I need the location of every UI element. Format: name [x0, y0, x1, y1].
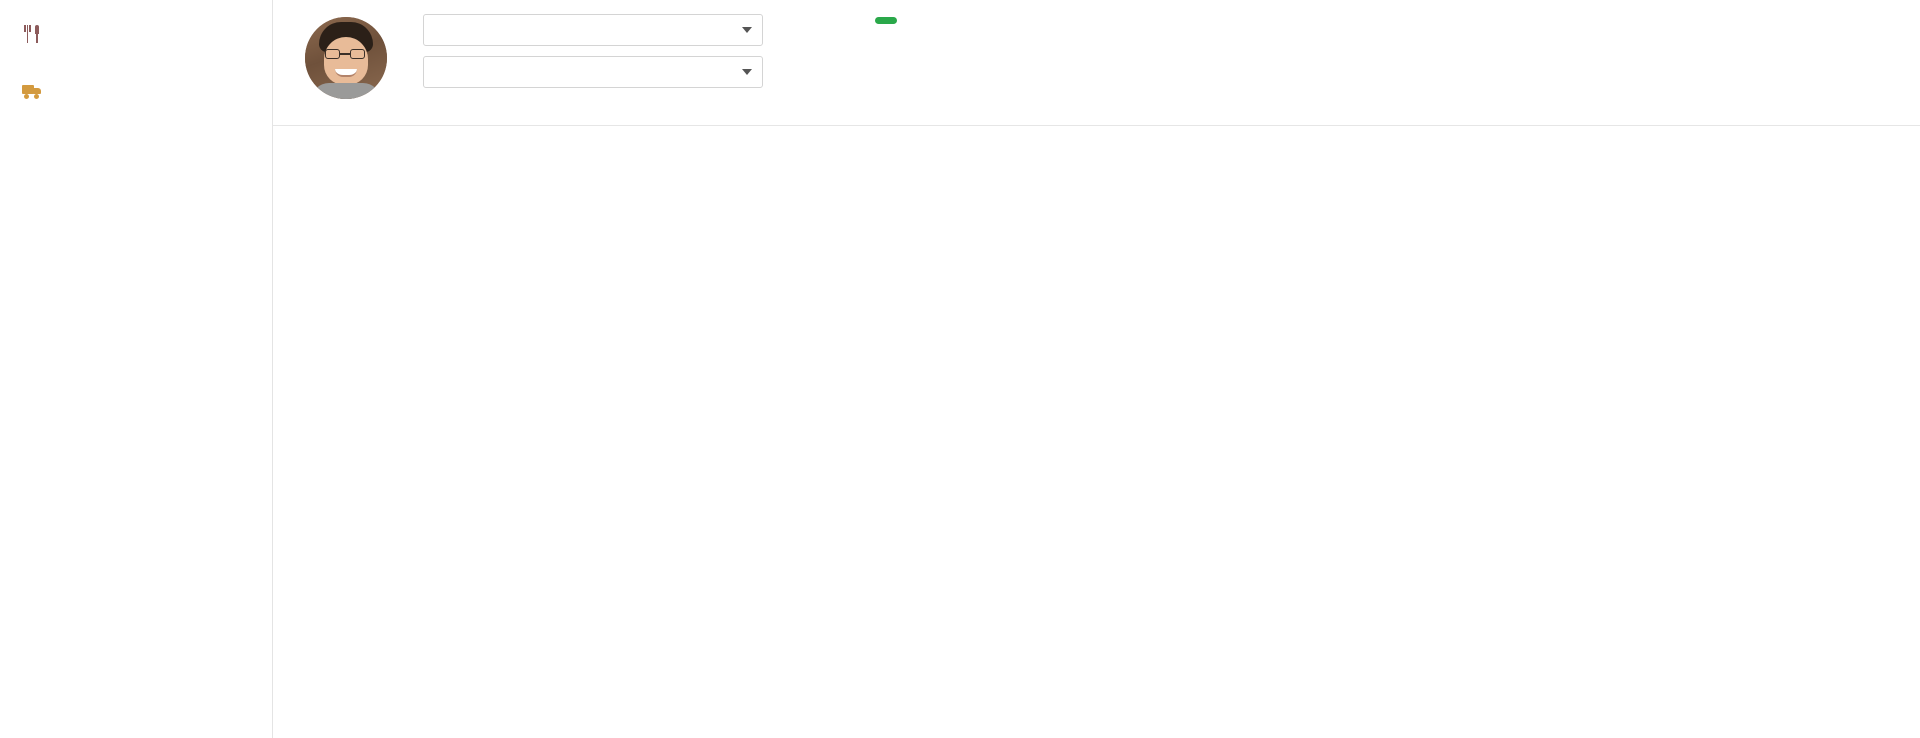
app-root	[0, 0, 1920, 738]
main-content	[273, 0, 1920, 738]
product-grid	[273, 126, 1920, 140]
location-select[interactable]	[423, 56, 763, 88]
avatar	[305, 17, 387, 99]
header-selects	[423, 14, 763, 100]
cutlery-icon	[22, 24, 42, 44]
categories-heading	[0, 18, 272, 50]
order-status-badge	[875, 17, 897, 24]
your-order-panel	[763, 14, 1900, 24]
account-balance-row	[423, 98, 763, 100]
suppliers-heading	[0, 76, 272, 108]
chevron-down-icon	[742, 27, 752, 33]
filters-sidebar	[0, 0, 273, 738]
chevron-down-icon	[742, 69, 752, 75]
user-select[interactable]	[423, 14, 763, 46]
order-title-row	[863, 17, 1900, 24]
order-header	[273, 0, 1920, 126]
truck-icon	[22, 82, 42, 102]
